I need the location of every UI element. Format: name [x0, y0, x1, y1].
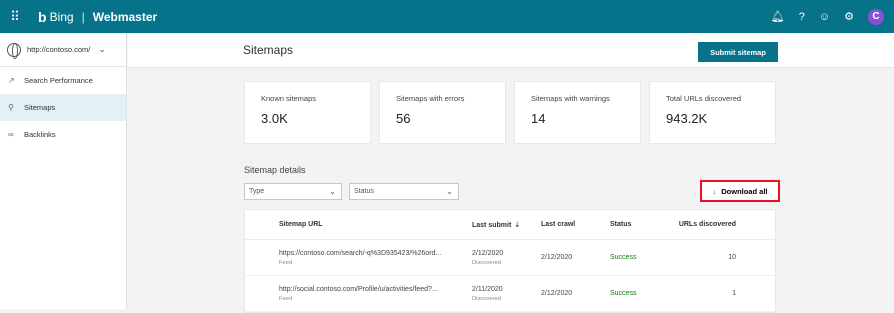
sitemap-type: Feed — [279, 295, 293, 302]
sitemap-type: Feed — [279, 259, 293, 266]
chevron-down-icon: ⌄ — [98, 44, 106, 54]
download-all-button[interactable]: ↓ Download all — [700, 180, 780, 202]
sidebar: http://contoso.com/ ⌄ ↗ Search Performan… — [0, 33, 127, 309]
trend-icon: ↗ — [8, 76, 15, 85]
top-bar: ⠿ b Bing | Webmaster 🔔︎ ? ☺ ⚙ C — [0, 0, 894, 33]
last-submit-date: 2/12/2020 — [472, 249, 504, 257]
sort-icon: ⇣ — [514, 221, 521, 229]
table-row[interactable]: https://contoso.com/search/-q%3D935423/%… — [245, 240, 775, 276]
submit-sitemap-button[interactable]: Submit sitemap — [698, 42, 778, 62]
submit-note: Discovered — [472, 295, 501, 302]
card-value: 14 — [531, 111, 546, 126]
card-label: Sitemaps with warnings — [531, 94, 610, 103]
cell-last-crawl: 2/12/2020 — [541, 290, 573, 297]
app-name: Webmaster — [92, 9, 158, 24]
sidebar-item-backlinks[interactable]: ∞ Backlinks — [0, 121, 126, 148]
globe-icon — [7, 42, 21, 59]
sitemap-icon: ⚲ — [8, 103, 14, 112]
sitemap-url[interactable]: https://contoso.com/search/-q%3D935423/%… — [279, 250, 472, 257]
chevron-down-icon: ⌄ — [446, 187, 453, 196]
sitemaps-errors-card: Sitemaps with errors 56 — [379, 81, 506, 144]
top-icons: 🔔︎ ? ☺ ⚙ C — [771, 0, 884, 33]
sidebar-item-label: Sitemaps — [24, 103, 56, 112]
brand-name: Bing — [49, 9, 74, 24]
chevron-down-icon: ⌄ — [329, 187, 336, 196]
brand[interactable]: b Bing | Webmaster — [38, 9, 157, 25]
download-icon: ↓ — [712, 186, 717, 196]
summary-cards: Known sitemaps 3.0K Sitemaps with errors… — [244, 81, 776, 144]
column-status[interactable]: Status — [610, 221, 666, 228]
sidebar-item-label: Search Performance — [24, 76, 93, 85]
download-label: Download all — [721, 186, 768, 196]
sidebar-item-label: Backlinks — [24, 130, 56, 139]
cell-urls: 1 — [732, 290, 736, 297]
sitemaps-warnings-card: Sitemaps with warnings 14 — [514, 81, 641, 144]
bing-logo-icon: b — [38, 8, 47, 25]
gear-icon[interactable]: ⚙ — [844, 10, 854, 23]
cell-last-submit: 2/11/2020 Discovered — [472, 286, 541, 302]
cell-urls: 10 — [728, 254, 736, 261]
status-filter[interactable]: Status ⌄ — [349, 183, 459, 200]
column-label: Last submit — [472, 221, 512, 229]
table-header: Sitemap URL Last submit ⇣ Last crawl Stat… — [245, 210, 775, 240]
column-last-submit[interactable]: Last submit ⇣ — [472, 221, 541, 229]
table-row[interactable]: http://social.contoso.com/Profile/u/acti… — [245, 276, 775, 312]
bell-icon[interactable]: 🔔︎ — [771, 10, 785, 23]
sitemaps-table: Sitemap URL Last submit ⇣ Last crawl Stat… — [244, 209, 776, 313]
smiley-icon[interactable]: ☺ — [819, 11, 830, 23]
card-label: Known sitemaps — [261, 94, 317, 103]
filter-label: Status — [354, 188, 374, 195]
cell-url: https://contoso.com/search/-q%3D935423/%… — [245, 250, 472, 266]
column-urls-discovered[interactable]: URLs discovered — [666, 221, 736, 228]
card-value: 3.0K — [261, 111, 288, 126]
site-url: http://contoso.com/ — [27, 45, 91, 54]
total-urls-card: Total URLs discovered 943.2K — [649, 81, 776, 144]
cell-last-crawl: 2/12/2020 — [541, 254, 573, 261]
card-label: Total URLs discovered — [666, 94, 742, 103]
page-title: Sitemaps — [243, 43, 294, 57]
cell-status: Success — [610, 254, 637, 261]
brand-separator: | — [81, 9, 85, 24]
cell-last-submit: 2/12/2020 Discovered — [472, 250, 541, 266]
app-launcher-icon[interactable]: ⠿ — [0, 0, 30, 33]
sitemap-details-title: Sitemap details — [244, 165, 306, 175]
cell-url: http://social.contoso.com/Profile/u/acti… — [245, 286, 472, 302]
cell-status: Success — [610, 290, 637, 297]
known-sitemaps-card: Known sitemaps 3.0K — [244, 81, 371, 144]
filter-label: Type — [249, 188, 265, 195]
site-selector[interactable]: http://contoso.com/ ⌄ — [0, 33, 126, 67]
column-last-crawl[interactable]: Last crawl — [541, 221, 610, 228]
last-submit-date: 2/11/2020 — [472, 285, 503, 293]
link-icon: ∞ — [8, 130, 14, 139]
sitemap-url[interactable]: http://social.contoso.com/Profile/u/acti… — [279, 286, 472, 293]
type-filter[interactable]: Type ⌄ — [244, 183, 342, 200]
column-url[interactable]: Sitemap URL — [245, 221, 472, 228]
card-value: 56 — [396, 111, 411, 126]
sidebar-item-sitemaps[interactable]: ⚲ Sitemaps — [0, 94, 126, 121]
avatar[interactable]: C — [868, 8, 884, 25]
card-value: 943.2K — [666, 111, 708, 126]
sidebar-item-search-performance[interactable]: ↗ Search Performance — [0, 67, 126, 94]
page-header: Sitemaps Submit sitemap — [128, 33, 894, 68]
card-label: Sitemaps with errors — [396, 94, 465, 103]
submit-note: Discovered — [472, 259, 501, 266]
help-icon[interactable]: ? — [799, 11, 805, 23]
main-content: Sitemaps Submit sitemap Known sitemaps 3… — [128, 33, 894, 313]
